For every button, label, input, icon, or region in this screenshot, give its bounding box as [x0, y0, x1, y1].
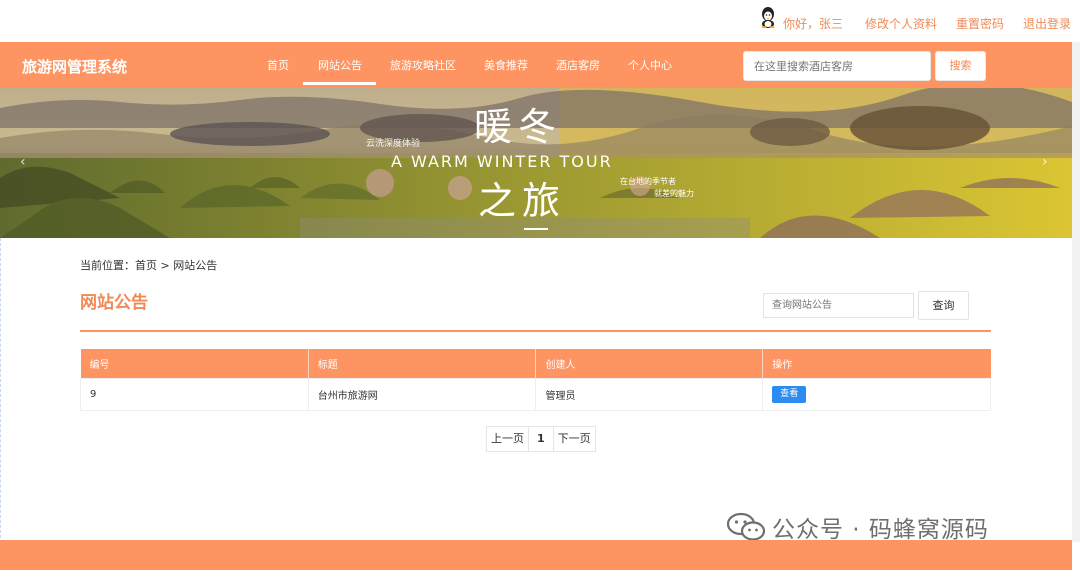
nav-item-announcements[interactable]: 网站公告	[318, 57, 362, 73]
wechat-icon	[726, 512, 766, 541]
main-navbar: 旅游网管理系统 首页 网站公告 旅游攻略社区 美食推荐 酒店客房 个人中心 搜索	[0, 42, 1072, 88]
prev-page-button[interactable]: 上一页	[487, 427, 529, 451]
announcement-search-input[interactable]	[763, 293, 914, 318]
next-page-button[interactable]: 下一页	[554, 427, 595, 451]
pagination: 上一页 1 下一页	[486, 426, 596, 452]
search-button[interactable]: 搜索	[935, 51, 986, 81]
table-header-row: 编号 标题 创建人 操作	[80, 349, 991, 378]
column-header-action: 操作	[762, 349, 991, 378]
greeting-text: 你好，张三	[783, 17, 844, 31]
banner-title-bottom: 之旅	[478, 179, 567, 223]
nav-item-personal-center[interactable]: 个人中心	[628, 57, 672, 73]
announcement-table: 编号 标题 创建人 操作 9 台州市旅游网 管理员 查看	[80, 349, 991, 411]
cell-id: 9	[80, 377, 309, 411]
title-divider	[80, 330, 991, 332]
cell-creator: 管理员	[535, 377, 764, 411]
page-edge-divider	[0, 238, 1, 538]
cell-title: 台州市旅游网	[307, 377, 537, 411]
nav-item-travel-guides[interactable]: 旅游攻略社区	[390, 57, 456, 73]
scrollbar-track[interactable]	[1072, 42, 1080, 542]
banner-subtitle: A WARM WINTER TOUR	[391, 152, 613, 171]
nav-item-home[interactable]: 首页	[267, 57, 289, 73]
user-avatar-icon	[761, 7, 775, 28]
nav-active-indicator	[303, 82, 376, 85]
edit-profile-link[interactable]: 修改个人资料	[865, 15, 937, 32]
banner-slide-indicator[interactable]	[524, 228, 548, 230]
banner-title-top: 暖冬	[474, 105, 563, 149]
page-footer	[0, 540, 1072, 570]
page-title: 网站公告	[80, 293, 148, 313]
column-header-title: 标题	[308, 349, 537, 378]
banner-next-arrow-icon[interactable]: ›	[1042, 154, 1048, 170]
nav-item-hotel-rooms[interactable]: 酒店客房	[556, 57, 600, 73]
site-brand[interactable]: 旅游网管理系统	[22, 56, 127, 77]
cell-action: 查看	[762, 377, 991, 411]
column-header-creator: 创建人	[535, 349, 764, 378]
query-button[interactable]: 查询	[918, 291, 969, 320]
watermark: 公众号 · 码蜂窝源码	[726, 510, 989, 544]
nav-item-food[interactable]: 美食推荐	[484, 57, 528, 73]
watermark-text: 公众号 · 码蜂窝源码	[772, 517, 989, 543]
banner-prev-arrow-icon[interactable]: ‹	[20, 154, 26, 170]
banner-caption-right-2: 就差的魅力	[654, 189, 694, 198]
column-header-id: 编号	[80, 349, 309, 378]
banner-caption-left: 云洗深度体验	[366, 139, 421, 149]
breadcrumb: 当前位置：首页 > 网站公告	[80, 259, 218, 272]
current-page[interactable]: 1	[529, 427, 554, 451]
logout-link[interactable]: 退出登录	[1023, 15, 1071, 32]
hotel-search-input[interactable]	[743, 51, 931, 81]
top-user-bar: 你好，张三 修改个人资料 重置密码 退出登录	[0, 0, 1080, 42]
table-row: 9 台州市旅游网 管理员 查看	[80, 377, 991, 411]
banner-caption-right-1: 在台地的季节者	[620, 177, 676, 186]
hero-banner: ‹ › 暖冬 云洗深度体验 A WARM WINTER TOUR 之旅 在台地的…	[0, 88, 1072, 238]
reset-password-link[interactable]: 重置密码	[956, 15, 1004, 32]
view-button[interactable]: 查看	[772, 385, 807, 403]
